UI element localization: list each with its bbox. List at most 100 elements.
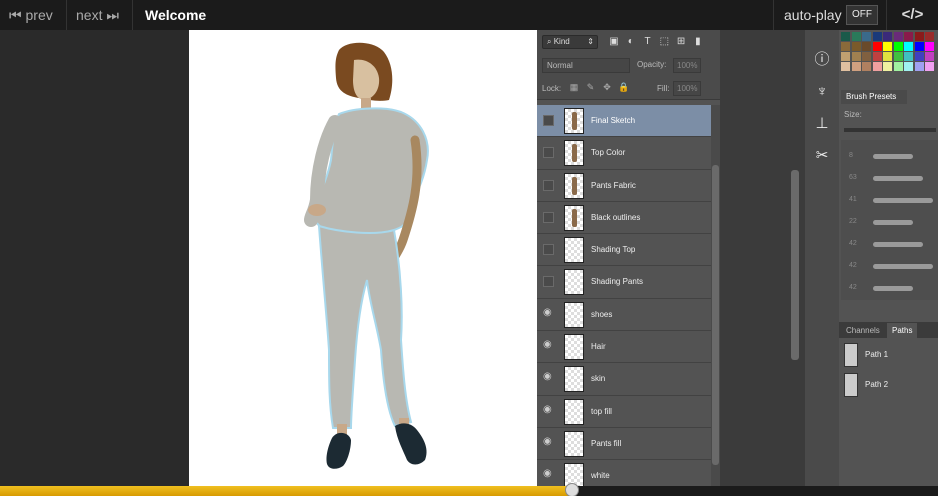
visibility-toggle[interactable] bbox=[543, 211, 554, 223]
color-swatch[interactable] bbox=[841, 42, 850, 51]
lock-position-icon[interactable]: ✥ bbox=[600, 82, 614, 93]
info-icon[interactable]: ⓘ bbox=[808, 46, 836, 74]
layer-row[interactable]: ◉ white bbox=[537, 460, 711, 486]
path-row[interactable]: Path 2 bbox=[839, 370, 938, 400]
autoplay-toggle[interactable]: OFF bbox=[846, 5, 878, 25]
layer-row[interactable]: ◉ Hair bbox=[537, 331, 711, 364]
embed-code-button[interactable]: </> bbox=[886, 0, 938, 30]
color-swatch[interactable] bbox=[851, 42, 861, 51]
layer-row[interactable]: Shading Top bbox=[537, 234, 711, 267]
clone-source-icon[interactable]: ⊥ bbox=[808, 110, 836, 138]
brush-stroke-preview[interactable] bbox=[873, 176, 923, 181]
layer-row[interactable]: Shading Pants bbox=[537, 266, 711, 299]
color-swatch[interactable] bbox=[904, 32, 913, 41]
color-swatch[interactable] bbox=[841, 62, 850, 71]
tab-channels[interactable]: Channels bbox=[841, 323, 885, 338]
blend-mode-select[interactable]: Normal bbox=[542, 58, 630, 73]
eye-icon[interactable]: ◉ bbox=[543, 371, 554, 382]
color-swatch[interactable] bbox=[872, 32, 882, 41]
layer-row[interactable]: ◉ top fill bbox=[537, 395, 711, 428]
swatches-grid[interactable] bbox=[841, 32, 938, 74]
color-swatch[interactable] bbox=[862, 42, 871, 51]
visibility-toggle[interactable] bbox=[543, 244, 554, 256]
brush-stroke-preview[interactable] bbox=[873, 264, 933, 269]
color-swatch[interactable] bbox=[872, 42, 882, 51]
shape-filter-icon[interactable]: ⬚ bbox=[657, 36, 671, 47]
color-swatch[interactable] bbox=[883, 52, 892, 61]
visibility-toggle[interactable] bbox=[543, 276, 554, 288]
eye-icon[interactable]: ◉ bbox=[543, 468, 554, 479]
brush-stroke-preview[interactable] bbox=[873, 220, 913, 225]
color-swatch[interactable] bbox=[893, 42, 903, 51]
size-slider[interactable] bbox=[844, 128, 936, 132]
color-swatch[interactable] bbox=[904, 42, 913, 51]
color-swatch[interactable] bbox=[862, 32, 871, 41]
layer-row[interactable]: ◉ skin bbox=[537, 363, 711, 396]
eye-icon[interactable]: ◉ bbox=[543, 404, 554, 415]
visibility-toggle[interactable] bbox=[543, 115, 554, 126]
layer-row[interactable]: Black outlines bbox=[537, 201, 711, 235]
color-swatch[interactable] bbox=[893, 62, 903, 71]
path-row[interactable]: Path 1 bbox=[839, 340, 938, 370]
color-swatch[interactable] bbox=[914, 42, 924, 51]
photoshop-canvas[interactable] bbox=[189, 30, 537, 486]
brush-stroke-preview[interactable] bbox=[873, 242, 923, 247]
dock-scrollbar[interactable] bbox=[791, 170, 799, 360]
color-swatch[interactable] bbox=[862, 62, 871, 71]
smart-object-filter-icon[interactable]: ⊞ bbox=[674, 36, 688, 47]
filter-toggle-icon[interactable]: ▮ bbox=[691, 36, 705, 47]
layer-row[interactable]: Pants Fabric bbox=[537, 169, 711, 202]
layer-row[interactable]: Final Sketch bbox=[537, 105, 711, 138]
tool-presets-icon[interactable]: ✂ bbox=[808, 142, 836, 170]
tab-paths[interactable]: Paths bbox=[887, 323, 918, 338]
color-swatch[interactable] bbox=[883, 42, 892, 51]
color-swatch[interactable] bbox=[862, 52, 871, 61]
video-progress-bar[interactable] bbox=[0, 483, 938, 496]
color-swatch[interactable] bbox=[883, 62, 892, 71]
brush-stroke-preview[interactable] bbox=[873, 286, 913, 291]
layers-scrollbar[interactable] bbox=[711, 105, 720, 486]
color-swatch[interactable] bbox=[893, 32, 903, 41]
progress-scrubber[interactable] bbox=[565, 483, 580, 496]
lock-pixels-icon[interactable]: ✎ bbox=[584, 82, 598, 93]
color-swatch[interactable] bbox=[841, 32, 850, 41]
color-swatch[interactable] bbox=[914, 52, 924, 61]
color-swatch[interactable] bbox=[925, 52, 934, 61]
eye-icon[interactable]: ◉ bbox=[543, 339, 554, 350]
color-swatch[interactable] bbox=[851, 32, 861, 41]
brush-presets-list[interactable]: 8 63 41 22 42 42 42 bbox=[841, 140, 938, 300]
eye-icon[interactable]: ◉ bbox=[543, 307, 554, 318]
fill-field[interactable]: 100% bbox=[673, 81, 701, 96]
color-swatch[interactable] bbox=[851, 52, 861, 61]
layer-row[interactable]: ◉ shoes bbox=[537, 298, 711, 332]
color-swatch[interactable] bbox=[872, 52, 882, 61]
lock-transparency-icon[interactable]: ▦ bbox=[567, 82, 581, 93]
color-swatch[interactable] bbox=[893, 52, 903, 61]
brush-stroke-preview[interactable] bbox=[873, 154, 913, 159]
adjustment-filter-icon[interactable]: ◐ bbox=[624, 36, 638, 47]
type-filter-icon[interactable]: T bbox=[641, 36, 655, 47]
color-swatch[interactable] bbox=[925, 62, 934, 71]
color-swatch[interactable] bbox=[883, 32, 892, 41]
brush-stroke-preview[interactable] bbox=[873, 198, 933, 203]
color-swatch[interactable] bbox=[872, 62, 882, 71]
prev-button[interactable]: ⏮ prev bbox=[0, 0, 67, 30]
color-swatch[interactable] bbox=[925, 42, 934, 51]
layers-scrollbar-thumb[interactable] bbox=[712, 165, 719, 465]
next-button[interactable]: next ⏭ bbox=[67, 0, 133, 30]
color-swatch[interactable] bbox=[914, 62, 924, 71]
opacity-field[interactable]: 100% bbox=[673, 58, 701, 73]
brush-presets-tab[interactable]: Brush Presets bbox=[841, 90, 907, 104]
layer-row[interactable]: Top Color bbox=[537, 137, 711, 170]
visibility-toggle[interactable] bbox=[543, 179, 554, 191]
color-swatch[interactable] bbox=[925, 32, 934, 41]
image-filter-icon[interactable]: ▣ bbox=[607, 36, 621, 47]
kind-filter-select[interactable]: ⌕ Kind ⇕ bbox=[542, 35, 598, 49]
color-swatch[interactable] bbox=[841, 52, 850, 61]
color-swatch[interactable] bbox=[904, 62, 913, 71]
eye-icon[interactable]: ◉ bbox=[543, 436, 554, 447]
color-swatch[interactable] bbox=[851, 62, 861, 71]
color-swatch[interactable] bbox=[914, 32, 924, 41]
lock-all-icon[interactable]: 🔒 bbox=[617, 82, 631, 93]
color-swatch[interactable] bbox=[904, 52, 913, 61]
